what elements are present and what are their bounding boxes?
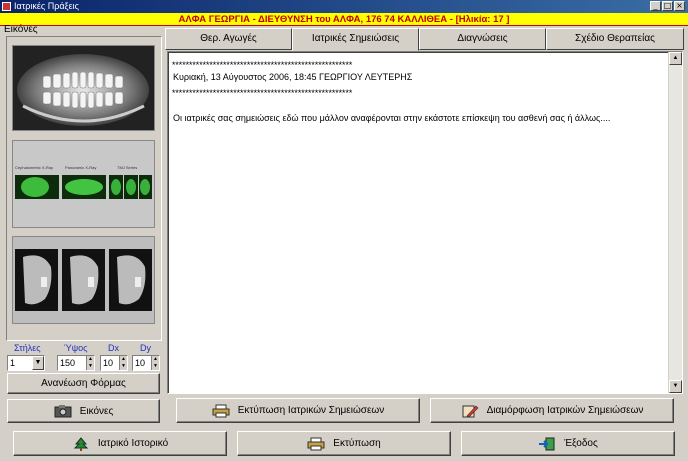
notes-separator-top: ****************************************… [171,61,353,71]
images-button-label: Εικόνες [79,405,114,417]
minimize-button[interactable]: _ [650,1,661,11]
dx-label: Dx [108,343,119,353]
panoramic-xray-thumbnail[interactable] [12,45,155,131]
columns-select[interactable]: 1 ▼ [7,355,45,371]
medical-history-button[interactable]: Ιατρικό Ιστορικό [13,431,227,456]
dy-value: 10 [135,358,146,368]
maximize-button[interactable]: □ [662,1,673,11]
stepper-arrows-icon[interactable]: ▲ ▼ [151,356,159,370]
printer-icon [212,404,230,417]
refresh-form-button[interactable]: Ανανέωση Φόρμας [7,373,160,394]
exit-door-icon [539,437,555,450]
print-label: Εκτύπωση [333,438,381,449]
title-bar: Ιατρικές Πράξεις _ □ × [0,0,688,13]
notes-separator-bottom: ****************************************… [171,89,353,99]
tab-diagnoses[interactable]: Διαγνώσεις [419,28,546,50]
images-button[interactable]: Εικόνες [7,399,160,423]
format-notes-label: Διαμόρφωση Ιατρικών Σημειώσεων [486,405,644,416]
cephalometric-series-image [15,249,152,311]
exit-label: Έξοδος [564,438,598,449]
images-panel-title: Εικόνες [4,24,38,35]
cephalometric-series-thumbnail[interactable] [12,236,155,324]
app-icon [2,2,11,11]
print-notes-label: Εκτύπωση Ιατρικών Σημειώσεων [237,405,385,416]
tab-medical-notes[interactable]: Ιατρικές Σημειώσεις [292,28,419,51]
printer-icon [307,437,325,450]
dy-stepper[interactable]: 10 ▲ ▼ [132,355,160,371]
tab-treatment-plan[interactable]: Σχέδιο Θεραπείας [546,28,684,50]
tree-icon [73,436,89,451]
dx-stepper[interactable]: 10 ▲ ▼ [100,355,128,371]
window-title: Ιατρικές Πράξεις [14,1,79,11]
notes-editor[interactable]: ****************************************… [167,51,683,394]
scroll-down-icon[interactable]: ▼ [669,380,682,393]
exit-button[interactable]: Έξοδος [461,431,675,456]
format-pencil-icon [462,405,479,417]
xray-series-thumbnail[interactable]: Cephalometric X-Ray Panoramic X-Ray TMJ … [12,140,155,228]
notes-entry-body: Οι ιατρικές σας σημειώσεις εδώ που μάλλο… [173,113,611,123]
panoramic-xray-image [13,46,154,130]
chevron-down-icon[interactable]: ▼ [32,356,44,370]
scroll-up-icon[interactable]: ▲ [669,52,682,65]
medical-history-label: Ιατρικό Ιστορικό [97,438,169,449]
stepper-arrows-icon[interactable]: ▲ ▼ [119,356,127,370]
stepper-arrows-icon[interactable]: ▲ ▼ [86,356,94,370]
print-notes-button[interactable]: Εκτύπωση Ιατρικών Σημειώσεων [176,398,420,423]
format-notes-button[interactable]: Διαμόρφωση Ιατρικών Σημειώσεων [430,398,674,423]
height-label: Ύψος [64,343,88,353]
camera-icon [54,405,72,418]
dy-label: Dy [140,343,151,353]
height-stepper[interactable]: 150 ▲ ▼ [57,355,95,371]
tab-treatments[interactable]: Θερ. Αγωγές [165,28,292,50]
green-xray-strip [15,175,152,199]
notes-scrollbar[interactable]: ▲ ▼ [668,52,682,393]
print-button[interactable]: Εκτύπωση [237,431,451,456]
patient-info-bar: ΑΛΦΑ ΓΕΩΡΓΙΑ - ΔΙΕΥΘΥΝΣΗ του ΑΛΦΑ, 176 7… [0,13,688,26]
height-value: 150 [60,358,76,368]
main-window: Ιατρικές Πράξεις _ □ × ΑΛΦΑ ΓΕΩΡΓΙΑ - ΔΙ… [0,0,688,461]
dx-value: 10 [103,358,114,368]
close-button[interactable]: × [674,1,685,11]
columns-label: Στήλες [14,343,41,353]
notes-entry-header: Κυριακή, 13 Αύγουστος 2006, 18:45 ΓΕΩΡΓΙ… [173,72,413,82]
columns-value: 1 [10,358,16,368]
